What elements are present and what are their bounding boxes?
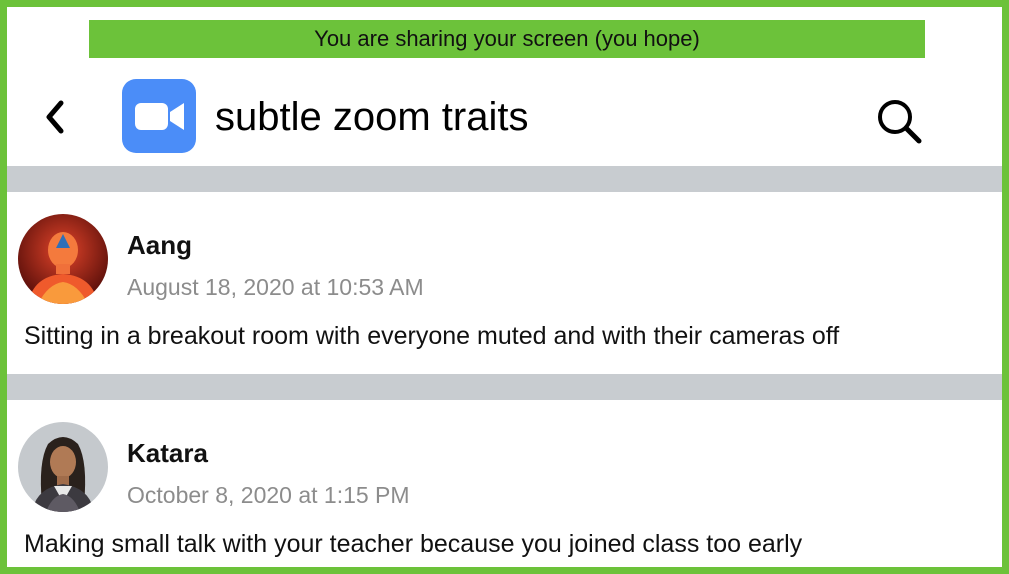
post-author: Katara bbox=[127, 438, 208, 468]
section-divider bbox=[7, 166, 1002, 192]
post-author: Aang bbox=[127, 230, 192, 260]
post-item: Katara October 8, 2020 at 1:15 PM Making… bbox=[7, 400, 1002, 567]
avatar-katara-image bbox=[18, 422, 108, 512]
avatar-aang-image bbox=[18, 214, 108, 304]
header: subtle zoom traits bbox=[7, 65, 1002, 165]
avatar bbox=[18, 422, 108, 512]
search-icon bbox=[878, 100, 922, 144]
screen-frame: You are sharing your screen (you hope) s… bbox=[0, 0, 1009, 574]
post-text: Making small talk with your teacher beca… bbox=[24, 530, 803, 558]
video-camera-icon bbox=[135, 103, 184, 130]
post-text: Sitting in a breakout room with everyone… bbox=[24, 322, 840, 350]
screen-share-banner: You are sharing your screen (you hope) bbox=[89, 20, 925, 58]
post-timestamp: August 18, 2020 at 10:53 AM bbox=[127, 274, 424, 300]
post-timestamp: October 8, 2020 at 1:15 PM bbox=[127, 482, 410, 508]
section-divider bbox=[7, 374, 1002, 400]
search-button[interactable] bbox=[875, 97, 923, 145]
zoom-app-logo bbox=[122, 79, 196, 153]
page-title: subtle zoom traits bbox=[215, 95, 529, 139]
screen-share-banner-text: You are sharing your screen (you hope) bbox=[314, 26, 700, 51]
post-item: Aang August 18, 2020 at 10:53 AM Sitting… bbox=[7, 192, 1002, 372]
back-button[interactable] bbox=[37, 97, 73, 137]
chevron-left-icon bbox=[46, 100, 64, 134]
avatar bbox=[18, 214, 108, 304]
